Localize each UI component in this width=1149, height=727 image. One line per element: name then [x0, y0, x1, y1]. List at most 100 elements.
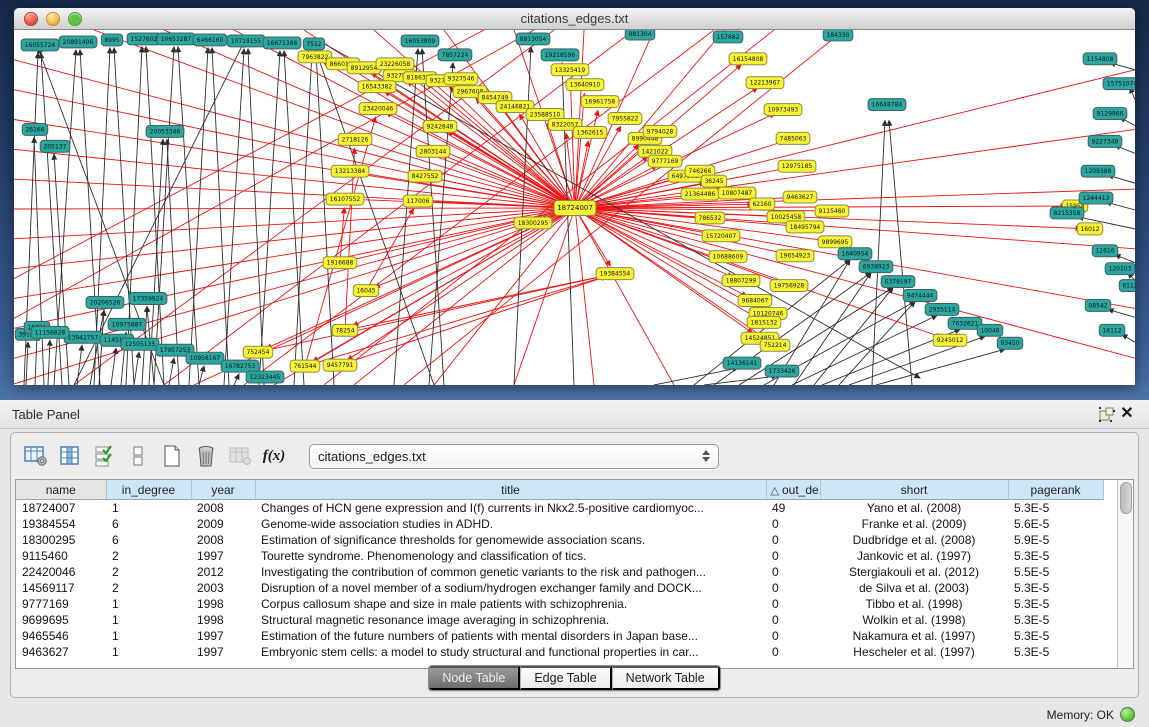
graph-node-yellow[interactable]: 9777169	[648, 155, 682, 167]
graph-node-teal[interactable]: 7512	[303, 38, 324, 50]
graph-node-yellow[interactable]: 10973493	[764, 104, 802, 116]
graph-node-yellow[interactable]: 7485063	[776, 132, 810, 144]
graph-node-yellow[interactable]: 19654923	[776, 250, 814, 262]
graph-node-yellow[interactable]: 16045	[353, 285, 379, 297]
graph-node-yellow[interactable]: 13213384	[331, 165, 369, 177]
graph-node-teal[interactable]: 26166	[22, 123, 48, 135]
table-scrollbar[interactable]	[1117, 480, 1133, 668]
graph-node-teal[interactable]: 20206526	[86, 296, 124, 308]
graph-node-yellow[interactable]: 16961758	[581, 96, 619, 108]
graph-node-yellow[interactable]: 752454	[243, 346, 273, 358]
graph-node-teal[interactable]: 7857224	[438, 49, 472, 61]
graph-node-yellow[interactable]: 36245	[701, 175, 727, 187]
graph-node-yellow[interactable]: 13640910	[566, 79, 604, 91]
table-row[interactable]: 911546021997Tourette syndrome. Phenomeno…	[16, 548, 1103, 564]
graph-node-yellow[interactable]: 8427552	[408, 170, 442, 182]
graph-node-yellow[interactable]: 9242848	[423, 120, 457, 132]
tab-node-table[interactable]: Node Table	[429, 666, 520, 690]
graph-node-yellow[interactable]: 752214	[760, 339, 790, 351]
function-builder-button[interactable]: f(x)	[259, 441, 289, 471]
graph-node-teal[interactable]: 6466160	[193, 34, 227, 46]
tab-network-table[interactable]: Network Table	[612, 666, 720, 690]
tab-edge-table[interactable]: Edge Table	[520, 666, 611, 690]
graph-node-teal[interactable]: 16671388	[263, 37, 301, 49]
graph-node-teal[interactable]: 19218596	[541, 49, 579, 61]
graph-node-yellow[interactable]: 16154808	[729, 53, 767, 65]
graph-node-yellow[interactable]: 761544	[290, 360, 320, 372]
table-row[interactable]: 1938455462009Genome-wide association stu…	[16, 516, 1103, 532]
graph-node-teal[interactable]: 1733426	[765, 365, 799, 377]
graph-node-yellow[interactable]: 15720407	[702, 230, 740, 242]
column-header-year[interactable]: year	[191, 480, 255, 500]
graph-node-teal[interactable]: 8995	[101, 34, 122, 46]
graph-node-teal[interactable]: 8215358	[1050, 207, 1084, 219]
graph-node-yellow[interactable]: 9794028	[643, 125, 677, 137]
graph-node-teal[interactable]: 6112	[1119, 280, 1135, 292]
graph-node-yellow[interactable]: 7955822	[608, 113, 642, 125]
graph-node-yellow[interactable]: 9899695	[818, 236, 852, 248]
column-header-outde[interactable]: △out_de...	[766, 480, 820, 500]
graph-node-teal[interactable]: 1244413	[1079, 192, 1113, 204]
graph-node-teal[interactable]: 16648784	[868, 99, 906, 111]
float-panel-icon[interactable]	[1097, 405, 1117, 423]
graph-node-teal[interactable]: 16112	[1099, 324, 1125, 336]
graph-node-teal[interactable]: 10975887	[108, 318, 146, 330]
import-table-button[interactable]	[225, 441, 255, 471]
graph-node-yellow[interactable]: 18724007	[554, 201, 596, 216]
graph-node-teal[interactable]: 881304	[625, 30, 655, 40]
graph-node-yellow[interactable]: 1916688	[323, 257, 357, 269]
graph-node-yellow[interactable]: 23226058	[376, 58, 414, 70]
graph-node-yellow[interactable]: 16543382	[358, 81, 396, 93]
graph-node-teal[interactable]: 120103	[1105, 263, 1135, 275]
window-titlebar[interactable]: citations_edges.txt	[14, 8, 1135, 30]
column-header-title[interactable]: title	[255, 480, 766, 500]
table-row[interactable]: 1830029562008Estimation of significance …	[16, 532, 1103, 548]
graph-node-teal[interactable]: 10719155	[227, 35, 265, 47]
graph-node-teal[interactable]: 10046	[977, 324, 1003, 336]
graph-node-teal[interactable]: 14136141	[723, 357, 761, 369]
graph-node-teal[interactable]: 9474444	[903, 290, 937, 302]
graph-node-yellow[interactable]: 9327546	[444, 73, 478, 85]
table-mode-button[interactable]	[21, 441, 51, 471]
graph-node-teal[interactable]: 157682	[713, 31, 743, 43]
graph-node-yellow[interactable]: 19756928	[770, 280, 808, 292]
graph-node-yellow[interactable]: 9115460	[815, 205, 849, 217]
row-height-button[interactable]	[123, 441, 153, 471]
graph-node-yellow[interactable]: 12213967	[746, 77, 784, 89]
graph-node-yellow[interactable]: 2803144	[416, 145, 450, 157]
graph-node-teal[interactable]: 1527602	[127, 33, 161, 45]
graph-node-teal[interactable]: 08542	[1085, 299, 1111, 311]
graph-node-teal[interactable]: 13942757	[64, 331, 102, 343]
graph-node-yellow[interactable]: 2718126	[338, 133, 372, 145]
graph-node-yellow[interactable]: 16107552	[326, 193, 364, 205]
graph-node-teal[interactable]: 205137	[40, 140, 70, 152]
table-row[interactable]: 946554611997Estimation of the future num…	[16, 628, 1103, 644]
column-header-name[interactable]: name	[16, 480, 106, 500]
graph-node-yellow[interactable]: 78254	[332, 324, 358, 336]
graph-node-teal[interactable]: 9129966	[1093, 108, 1127, 120]
close-panel-icon[interactable]: ✕	[1117, 405, 1137, 423]
table-row[interactable]: 1456911722003Disruption of a novel membe…	[16, 580, 1103, 596]
graph-node-yellow[interactable]: 1362615	[573, 126, 607, 138]
network-canvas[interactable]: 7963822866012889129542322605893275051654…	[14, 30, 1135, 385]
create-column-button[interactable]	[157, 441, 187, 471]
graph-node-yellow[interactable]: 13325419	[551, 64, 589, 76]
graph-node-yellow[interactable]: 9463627	[783, 191, 817, 203]
graph-node-yellow[interactable]: 117006	[403, 195, 433, 207]
graph-node-teal[interactable]: 11156828	[31, 326, 69, 338]
graph-node-teal[interactable]: 16782753	[221, 360, 259, 372]
graph-node-teal[interactable]: 16053809	[401, 35, 439, 47]
graph-node-teal[interactable]: 6938923	[859, 261, 893, 273]
graph-node-teal[interactable]: 12616	[1092, 245, 1118, 257]
graph-node-teal[interactable]: 1154808	[1083, 53, 1117, 65]
graph-node-teal[interactable]: 20053346	[146, 125, 184, 137]
graph-node-yellow[interactable]: 9245012	[933, 334, 967, 346]
graph-node-teal[interactable]: 184330	[823, 30, 853, 41]
graph-node-yellow[interactable]: 1815132	[747, 316, 781, 328]
graph-node-teal[interactable]: 15751074	[1103, 78, 1135, 90]
column-header-indegree[interactable]: in_degree	[106, 480, 191, 500]
graph-node-teal[interactable]: 93450	[997, 337, 1023, 349]
graph-node-yellow[interactable]: 21364486	[681, 188, 719, 200]
graph-node-yellow[interactable]: 9457791	[323, 359, 357, 371]
graph-node-yellow[interactable]: 23420046	[359, 103, 397, 115]
